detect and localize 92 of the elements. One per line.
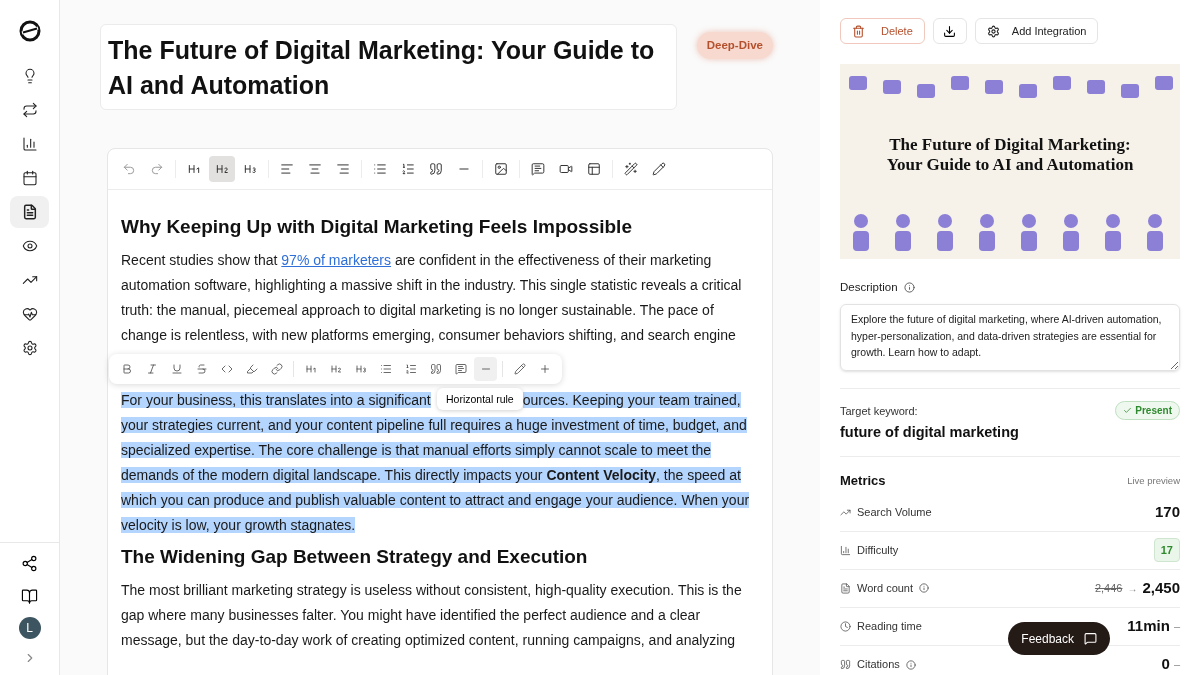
check-icon bbox=[1123, 406, 1133, 416]
eye-icon bbox=[21, 238, 38, 254]
docs-button[interactable] bbox=[21, 588, 38, 605]
nav-item[interactable] bbox=[10, 196, 49, 228]
redo-icon bbox=[150, 162, 164, 176]
quote-icon bbox=[840, 659, 851, 670]
keyword-label: Target keyword: bbox=[840, 403, 918, 419]
share-icon bbox=[21, 555, 38, 572]
section-heading: The Widening Gap Between Strategy and Execution bbox=[121, 545, 589, 569]
metric-label: Word count bbox=[857, 580, 914, 596]
paragraph-text: The most brilliant marketing strategy is useless without consistent, high-quality execution. This is the gap where many businesses falter. You might have identified the perfect audience and a clear message, but the day-to-day work of creating optimized content, running campaigns, and analyzing bbox=[121, 581, 743, 650]
quote-icon bbox=[429, 363, 442, 375]
add-integration-button[interactable]: Add Integration bbox=[974, 18, 1099, 44]
category-badge: Deep-Dive bbox=[696, 32, 773, 60]
live-preview-label: Live preview bbox=[1127, 473, 1180, 488]
metric-label: Difficulty bbox=[857, 542, 899, 558]
status-badge: Present bbox=[1115, 401, 1180, 421]
pencil-icon bbox=[652, 162, 666, 176]
share-button[interactable] bbox=[21, 555, 38, 572]
document-icon bbox=[840, 582, 851, 594]
download-button[interactable] bbox=[932, 18, 967, 44]
numbered-list-icon bbox=[404, 363, 417, 375]
bold-icon bbox=[120, 363, 133, 375]
heading-2-icon bbox=[329, 363, 342, 375]
trend-symbol: – bbox=[1173, 618, 1180, 634]
align-center-icon bbox=[308, 162, 322, 176]
logo-icon[interactable] bbox=[18, 20, 41, 42]
underline-icon bbox=[170, 363, 183, 375]
repeat-icon bbox=[21, 102, 38, 118]
link-icon bbox=[270, 363, 283, 375]
document-icon bbox=[21, 204, 38, 220]
chat-icon bbox=[1084, 632, 1097, 645]
info-icon bbox=[903, 282, 915, 294]
table-icon bbox=[587, 162, 601, 176]
undo-icon bbox=[122, 162, 136, 176]
heart-pulse-icon bbox=[21, 306, 38, 322]
delete-button[interactable]: Delete bbox=[840, 18, 925, 44]
plus-icon bbox=[538, 363, 551, 375]
heading-2-icon bbox=[215, 162, 229, 176]
cover-title: The Future of Digital Marketing: Your Guide to AI and Automation bbox=[885, 134, 1135, 175]
video-icon bbox=[559, 162, 573, 176]
gear-icon bbox=[986, 24, 1000, 38]
comment-icon bbox=[454, 363, 467, 375]
strikethrough-icon bbox=[195, 363, 208, 375]
clock-icon bbox=[840, 620, 851, 632]
target-keyword: future of digital marketing bbox=[840, 423, 1020, 443]
heading-3-icon bbox=[243, 162, 257, 176]
paragraph-text: Recent studies show that 97% of marketers are confident in the effectiveness of their marketing automation software, highlighting a massive shift in the industry. This single statistic reveals a critical truth: the manual, piecemeal approach to digital marketing is no longer sustainable. The pace of change is relentless, with new platforms emerging, consumer behaviors shifting, and search engine bbox=[121, 251, 743, 345]
avatar[interactable]: L bbox=[18, 617, 41, 639]
feedback-button[interactable]: Feedback bbox=[1008, 622, 1110, 655]
align-left-icon bbox=[280, 162, 294, 176]
section-heading: Why Keeping Up with Digital Marketing Feels Impossible bbox=[121, 215, 633, 239]
tooltip: Horizontal rule bbox=[437, 388, 523, 410]
previous-value: 2,446 bbox=[1094, 580, 1123, 596]
comment-icon bbox=[531, 162, 545, 176]
settings-icon bbox=[21, 340, 38, 356]
metric-label: Reading time bbox=[857, 618, 922, 634]
text-link[interactable]: 97% of marketers bbox=[281, 252, 392, 268]
description-label: Description bbox=[840, 280, 898, 295]
heading-1-icon bbox=[187, 162, 201, 176]
bullet-list-icon bbox=[379, 363, 392, 375]
metric-value: 2,450 bbox=[1142, 577, 1180, 598]
code-icon bbox=[220, 363, 233, 375]
trash-icon bbox=[852, 24, 865, 38]
bar-chart-icon bbox=[21, 136, 38, 152]
difficulty-score: 17 bbox=[1153, 537, 1180, 563]
download-icon bbox=[943, 24, 957, 38]
highlighter-icon bbox=[245, 363, 258, 375]
quote-icon bbox=[429, 162, 443, 176]
calendar-icon bbox=[21, 170, 38, 186]
description-field[interactable]: Explore the future of digital marketing, where AI-driven automation, hyper-personalization, and data-driven strategies are essential for growth. Learn how to adapt. bbox=[840, 304, 1180, 372]
metric-value: 11min bbox=[1127, 615, 1170, 636]
metric-label: Search Volume bbox=[857, 504, 932, 520]
italic-icon bbox=[145, 363, 158, 375]
image-icon bbox=[494, 162, 508, 176]
align-right-icon bbox=[336, 162, 350, 176]
trend-symbol: – bbox=[1173, 657, 1180, 673]
pencil-icon bbox=[513, 363, 526, 375]
bar-chart-icon bbox=[840, 544, 851, 556]
metrics-title: Metrics bbox=[840, 472, 886, 490]
heading-2-button[interactable] bbox=[209, 156, 235, 182]
metric-value: 0 bbox=[1161, 654, 1170, 675]
numbered-list-icon bbox=[401, 162, 415, 176]
magic-wand-icon bbox=[624, 162, 638, 176]
metric-value: 170 bbox=[1154, 501, 1180, 522]
article-title[interactable]: The Future of Digital Marketing: Your Guide to AI and Automation bbox=[100, 24, 677, 110]
bullet-list-icon bbox=[373, 162, 387, 176]
metric-label: Citations bbox=[857, 657, 900, 673]
heading-1-icon bbox=[304, 363, 317, 375]
book-icon bbox=[21, 588, 38, 605]
arrow-symbol: → bbox=[1127, 581, 1138, 596]
heading-3-icon bbox=[354, 363, 367, 375]
